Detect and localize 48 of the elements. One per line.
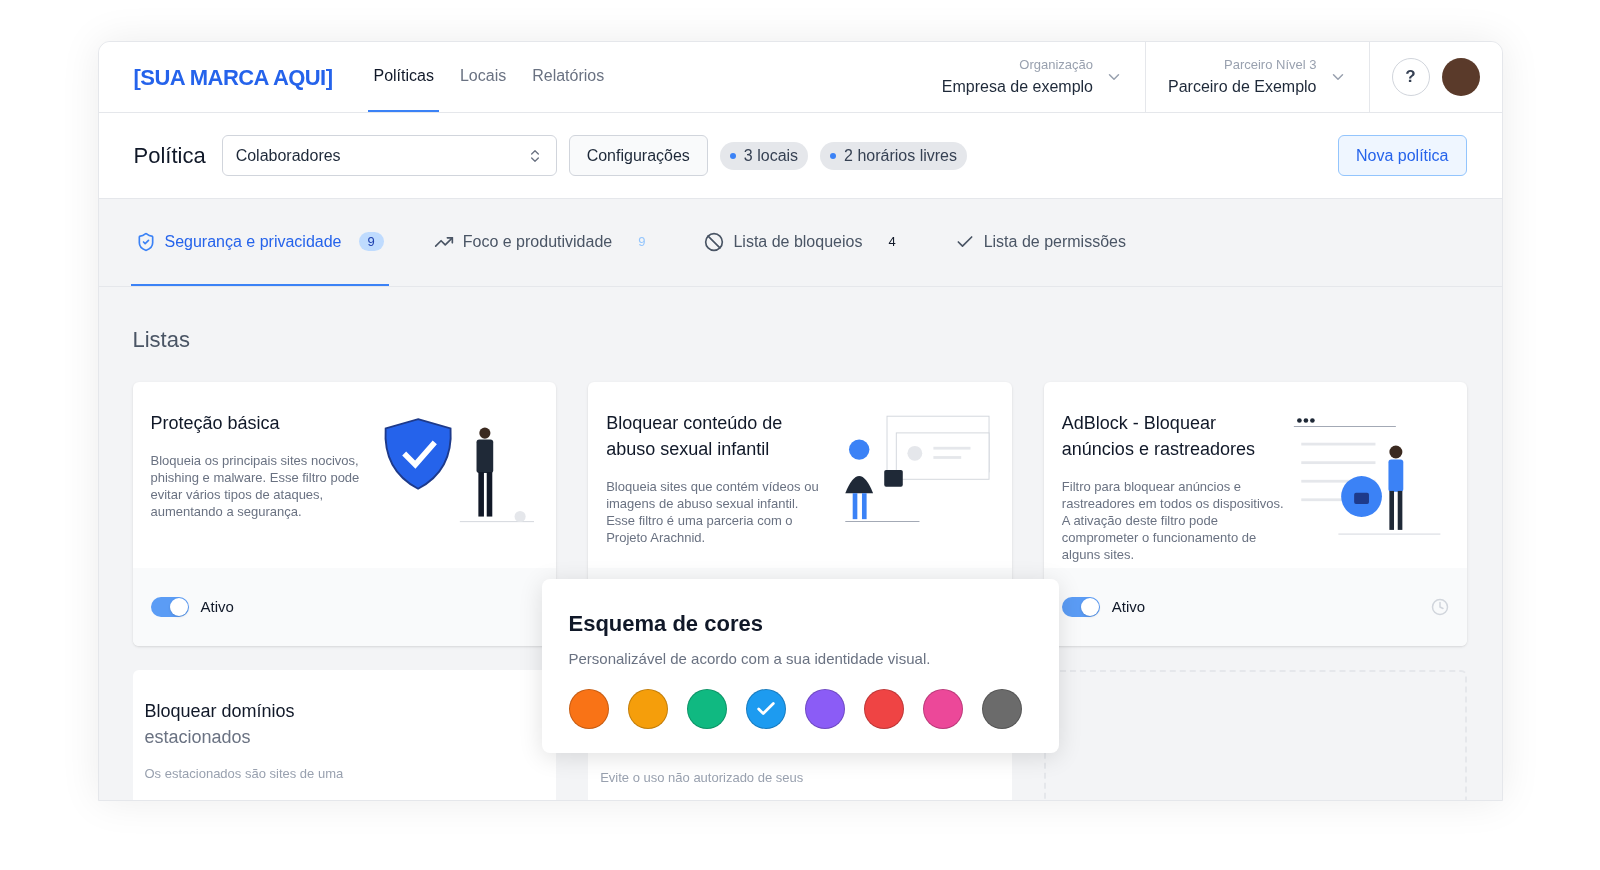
settings-button[interactable]: Configurações [568,135,708,176]
account-selector[interactable]: Organização Empresa de exemplo [919,42,1145,112]
filter-card[interactable]: Bloquear domínios estacionados Os estacionados são sites de uma [132,670,557,800]
card-description: Bloqueia sites que contém vídeos ou imagens de abuso sexual infantil. Esse filtro é uma parceria com o Projeto Arachnid. [606,478,820,546]
card-description: Evite o uso não autorizado de seus [600,769,805,787]
color-swatch[interactable] [627,688,668,729]
color-swatch[interactable] [981,688,1022,729]
popup-subtitle: Personalizável de acordo com a sua identidade visual. [568,649,932,669]
category-tab[interactable]: Lista de permissões [949,199,1131,286]
status-label: Ativo [1111,596,1146,617]
selector-value: Parceiro de Exemplo [1168,76,1317,97]
card-subtitle: estacionados [144,726,252,749]
color-swatch[interactable] [686,688,727,729]
color-swatch[interactable] [804,688,845,729]
filter-card[interactable]: AdBlock - Bloquear anúncios e rastreadores Filtro para bloquear anúncios e rastreadores em todos os dispositivos. A ativação deste filtro pode comprometer o funcionamento de alguns sites. Ativo [1043,382,1468,646]
info-chip: 2 horários livres [820,141,967,170]
nav-tab[interactable]: Locais [454,42,512,112]
card-title: Bloquear conteúdo de abuso sexual infantil [606,412,784,461]
card-title: Proteção básica [150,412,281,435]
color-swatch[interactable] [745,688,786,729]
section-title: Listas [132,326,191,354]
card-description: Os estacionados são sites de uma [144,765,345,783]
color-swatch[interactable] [922,688,963,729]
color-swatch[interactable] [568,688,609,729]
status-label: Ativo [200,596,234,617]
filter-card[interactable]: Proteção básica Bloqueia os principais sites nocivos, phishing e malware. Esse filtro pode evitar vários tipos de ataques, aumentando a segurança. Ativo [132,382,557,646]
policy-title: Política [133,142,206,170]
toggle-switch[interactable] [150,597,189,617]
avatar[interactable] [1441,58,1480,96]
selector-value: Empresa de exemplo [941,76,1093,97]
nav-tab[interactable]: Relatórios [527,42,610,112]
brand-logo[interactable]: [SUA MARCA AQUI] [133,60,333,94]
category-tab[interactable]: Foco e produtividade 9 [428,199,660,286]
selector-caption: Parceiro Nível 3 [1224,56,1317,75]
card-description: Filtro para bloquear anúncios e rastreadores em todos os dispositivos. A ativação deste filtro pode comprometer o funcionamento de alguns sites. [1061,478,1284,563]
new-policy-button[interactable]: Nova política [1338,135,1467,176]
category-tab[interactable]: Lista de bloqueios 4 [699,199,910,286]
account-selector[interactable]: Parceiro Nível 3 Parceiro de Exemplo [1145,42,1369,112]
info-chip: 3 locais [719,141,809,170]
card-title: AdBlock - Bloquear anúncios e rastreadores [1061,412,1256,461]
category-tab[interactable]: Segurança e privacidade 9 [130,199,389,286]
color-swatch[interactable] [863,688,904,729]
policy-select[interactable]: Colaboradores [221,135,557,176]
selector-caption: Organização [1019,56,1093,75]
block-icon [704,231,725,252]
toggle-switch[interactable] [1061,597,1100,617]
card-title: Bloquear domínios [144,700,296,723]
card-description: Bloqueia os principais sites nocivos, phishing e malware. Esse filtro pode evitar vários tipos de ataques, aumentando a segurança. [150,452,361,520]
